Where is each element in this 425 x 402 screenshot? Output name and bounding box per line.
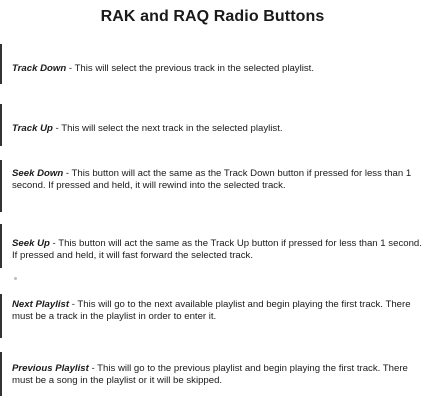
entry-seek-down: Seek Down - This button will act the sam… [0, 168, 423, 192]
entry-name: Next Playlist [12, 299, 70, 310]
entry-description: - This will go to the next available pla… [12, 299, 411, 322]
entry-description: - This will select the previous track in… [66, 63, 314, 74]
scan-speck [14, 277, 17, 280]
entry-description: - This will select the next track in the… [52, 123, 283, 134]
entry-seek-up: Seek Up - This button will act the same … [0, 238, 423, 262]
entry-previous-playlist: Previous Playlist - This will go to the … [0, 363, 423, 387]
entry-name: Track Up [12, 123, 53, 134]
entry-track-up: Track Up - This will select the next tra… [0, 123, 423, 135]
page-title: RAK and RAQ Radio Buttons [100, 8, 325, 25]
entry-name: Previous Playlist [12, 363, 89, 374]
entry-description: - This button will act the same as the T… [12, 238, 422, 261]
entry-name: Seek Down [12, 168, 64, 179]
entry-next-playlist: Next Playlist - This will go to the next… [0, 299, 423, 323]
entry-track-down: Track Down - This will select the previo… [0, 63, 423, 75]
entry-name: Seek Up [12, 238, 50, 249]
entry-description: - This button will act the same as the T… [12, 168, 412, 191]
entry-name: Track Down [12, 63, 67, 74]
